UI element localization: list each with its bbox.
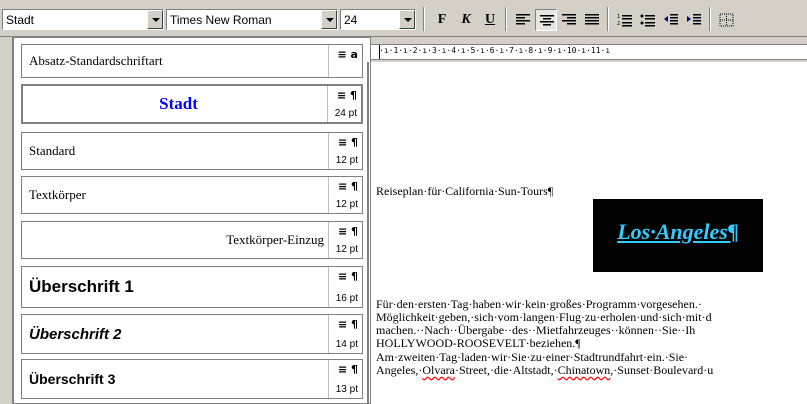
- document-area[interactable]: Reiseplan·für·California·Sun-Tours¶ Los·…: [371, 62, 807, 404]
- font-dropdown-arrow-icon[interactable]: [321, 10, 337, 29]
- style-item-label: Standard: [29, 143, 76, 158]
- justify-button[interactable]: [581, 9, 603, 31]
- character-style-icon: ≡ a: [337, 48, 358, 61]
- ruler-marks: ·ı·1·ı·2·ı·3·ı·4·ı·5·ı·6·ı·7·ı·8·ı·9·ı·1…: [379, 46, 611, 55]
- paragraph-line: HOLLYWOOD-ROOSEVELT·beziehen.¶: [376, 336, 581, 350]
- style-item-label: Überschrift 3: [29, 371, 116, 387]
- toolbar-separator: [505, 7, 507, 31]
- style-item-label: Überschrift 1: [29, 277, 134, 296]
- style-item-meta: ≡ ¶ 12 pt: [328, 222, 362, 258]
- toolbar-separator: [607, 7, 609, 31]
- style-item-size: 12 pt: [335, 244, 358, 255]
- style-item-meta: ≡ ¶ 12 pt: [328, 133, 362, 169]
- style-item-size: 12 pt: [335, 199, 358, 210]
- italic-button[interactable]: K: [455, 9, 477, 31]
- heading-los-angeles: Los·Angeles¶: [617, 219, 739, 244]
- font-size-combobox[interactable]: 24: [340, 9, 416, 30]
- paragraph-style-icon: ≡ ¶: [337, 363, 358, 376]
- style-item-meta: ≡ ¶ 12 pt: [328, 177, 362, 213]
- style-item-label: Textkörper-Einzug: [226, 232, 324, 247]
- paragraph-style-icon: ≡ ¶: [337, 136, 358, 149]
- paragraph-style-icon: ≡ ¶: [337, 180, 358, 193]
- svg-text:1: 1: [617, 14, 620, 20]
- text-run: ,·Sunset·Boulevard·u: [610, 363, 714, 377]
- font-combobox-value: Times New Roman: [170, 13, 272, 27]
- style-dropdown-arrow-icon[interactable]: [147, 10, 163, 29]
- border-icon: [719, 13, 734, 27]
- paragraph-style-icon: ≡ ¶: [337, 225, 358, 238]
- decrease-indent-button[interactable]: [660, 9, 682, 31]
- style-item-size: 12 pt: [335, 155, 358, 166]
- align-left-button[interactable]: [512, 9, 534, 31]
- bold-button[interactable]: F: [431, 9, 453, 31]
- paragraph-style-icon: ≡ ¶: [337, 318, 358, 331]
- toolbar-separator: [709, 7, 711, 31]
- text-run: Angeles,·: [376, 363, 423, 377]
- style-combobox-value: Stadt: [6, 13, 35, 27]
- text-run: ·Street,·die·Altstadt,·: [454, 363, 558, 377]
- style-combobox[interactable]: Stadt: [2, 9, 164, 30]
- align-right-icon: [562, 14, 576, 25]
- misspelled-word: Olvara: [422, 363, 455, 377]
- horizontal-ruler[interactable]: ·ı·1·ı·2·ı·3·ı·4·ı·5·ı·6·ı·7·ı·8·ı·9·ı·1…: [371, 44, 807, 60]
- numbered-list-button[interactable]: 12: [614, 9, 636, 31]
- bullet-list-icon: [640, 14, 655, 27]
- style-dropdown-list[interactable]: Absatz-Standardschriftart ≡ a Stadt ≡ ¶ …: [13, 37, 371, 404]
- style-item-label: Absatz-Standardschriftart: [29, 53, 163, 68]
- decrease-indent-icon: [664, 14, 678, 25]
- document-title-line: Reiseplan·für·California·Sun-Tours¶: [376, 184, 554, 198]
- style-item-label: Überschrift 2: [29, 325, 122, 343]
- style-item-label: Stadt: [159, 94, 198, 113]
- toolbar-separator: [423, 7, 425, 31]
- style-item-meta: ≡ ¶ 16 pt: [328, 267, 362, 307]
- style-item-ueberschrift-1[interactable]: Überschrift 1 ≡ ¶ 16 pt: [21, 266, 363, 308]
- align-center-button[interactable]: [535, 9, 557, 31]
- heading-box: Los·Angeles¶: [593, 199, 763, 272]
- style-item-meta: ≡ ¶ 14 pt: [328, 315, 362, 353]
- font-combobox[interactable]: Times New Roman: [166, 9, 338, 30]
- justify-icon: [585, 14, 599, 25]
- align-left-icon: [516, 14, 530, 25]
- style-item-stadt[interactable]: Stadt ≡ ¶ 24 pt: [21, 84, 363, 124]
- style-item-absatz-standardschriftart[interactable]: Absatz-Standardschriftart ≡ a: [21, 44, 363, 78]
- paragraph-style-icon: ≡ ¶: [337, 270, 358, 283]
- vertical-ruler: [0, 37, 13, 404]
- increase-indent-button[interactable]: [683, 9, 705, 31]
- align-right-button[interactable]: [558, 9, 580, 31]
- style-item-size: 24 pt: [334, 108, 357, 119]
- font-size-value: 24: [344, 13, 358, 27]
- paragraph-style-icon: ≡ ¶: [336, 89, 357, 102]
- page-edge: [367, 62, 369, 404]
- bullet-list-button[interactable]: [637, 9, 659, 31]
- paragraph-line: Angeles,·Olvara·Street,·die·Altstadt,·Ch…: [376, 363, 713, 378]
- size-dropdown-arrow-icon[interactable]: [399, 10, 415, 29]
- style-item-meta: ≡ a: [328, 45, 362, 77]
- style-item-textkoerper-einzug[interactable]: Textkörper-Einzug ≡ ¶ 12 pt: [21, 221, 363, 259]
- style-item-meta: ≡ ¶ 24 pt: [327, 86, 361, 122]
- border-button[interactable]: [716, 9, 738, 31]
- style-item-meta: ≡ ¶ 13 pt: [328, 360, 362, 398]
- style-item-size: 13 pt: [335, 384, 358, 395]
- style-item-standard[interactable]: Standard ≡ ¶ 12 pt: [21, 132, 363, 170]
- style-item-ueberschrift-2[interactable]: Überschrift 2 ≡ ¶ 14 pt: [21, 314, 363, 354]
- misspelled-word: Chinatown: [557, 363, 611, 377]
- style-item-label: Textkörper: [29, 187, 86, 202]
- align-center-icon: [540, 15, 554, 26]
- style-item-size: 14 pt: [335, 339, 358, 350]
- style-item-size: 16 pt: [335, 293, 358, 304]
- style-item-textkoerper[interactable]: Textkörper ≡ ¶ 12 pt: [21, 176, 363, 214]
- svg-text:2: 2: [617, 21, 620, 27]
- style-item-ueberschrift-3[interactable]: Überschrift 3 ≡ ¶ 13 pt: [21, 359, 363, 399]
- increase-indent-icon: [687, 14, 701, 25]
- formatting-toolbar: Stadt Times New Roman 24 F K U 12: [0, 0, 807, 37]
- underline-button[interactable]: U: [479, 9, 501, 31]
- numbered-list-icon: 12: [617, 14, 632, 27]
